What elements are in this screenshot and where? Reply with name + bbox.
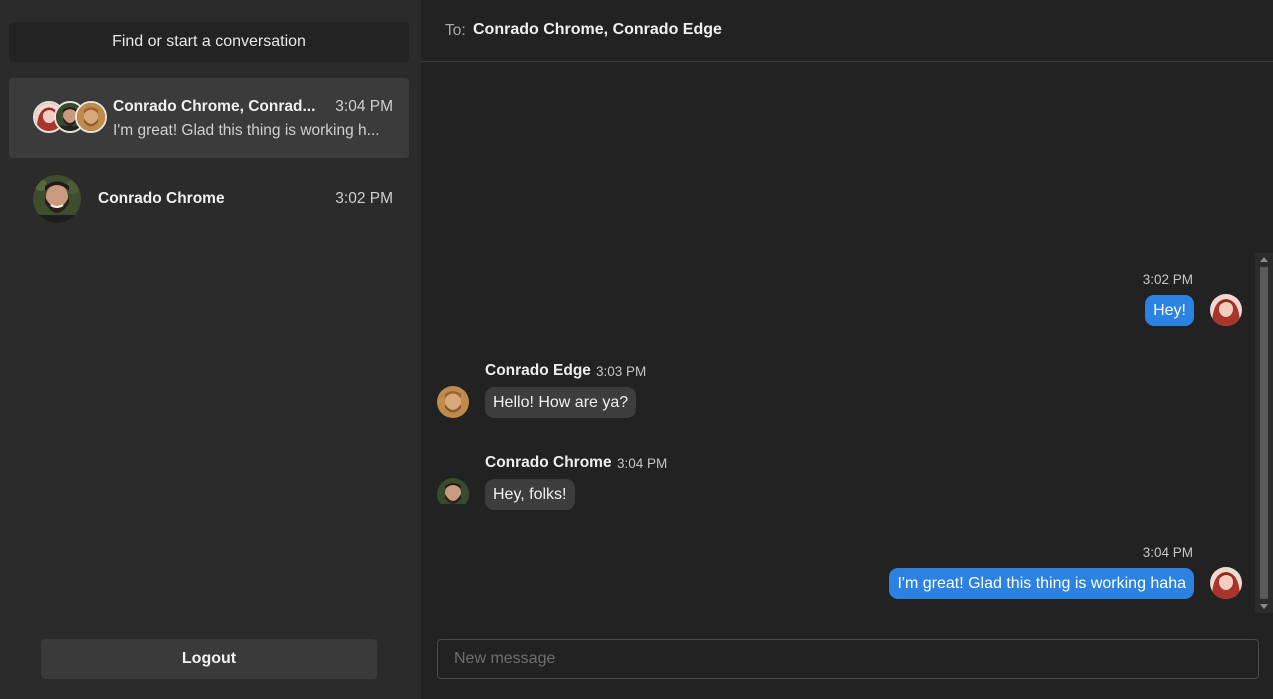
scroll-up-arrow-icon[interactable] (1260, 257, 1268, 262)
new-message-input[interactable] (438, 640, 1258, 678)
message-time: 3:03 PM (596, 364, 647, 379)
message-composer (437, 639, 1259, 679)
red-hair-woman-avatar (1210, 294, 1242, 326)
bearded-man-avatar (33, 175, 81, 223)
conversation-preview: I'm great! Glad this thing is working h.… (113, 122, 380, 139)
conversation-item-conrado-chrome[interactable]: Conrado Chrome 3:02 PM (9, 158, 409, 238)
logout-button[interactable]: Logout (41, 639, 377, 679)
message-sender: Conrado Chrome (485, 454, 612, 471)
conversation-time: 3:04 PM (335, 98, 393, 115)
message-bubble-other: Hello! How are ya? (485, 387, 637, 418)
message-bubble-mine: I'm great! Glad this thing is working ha… (889, 568, 1194, 599)
bearded-man-avatar (437, 478, 469, 510)
conversation-name: Conrado Chrome (98, 190, 225, 207)
red-hair-woman-avatar (1210, 567, 1242, 599)
message-bubble-other: Hey, folks! (485, 479, 575, 510)
recipients-bar: To: Conrado Chrome, Conrado Edge (421, 0, 1273, 62)
blond-man-avatar (437, 386, 469, 418)
message-time: 3:04 PM (1142, 545, 1193, 560)
message-bubble-mine: Hey! (1145, 295, 1194, 326)
sidebar: Find or start a conversation Conrado Chr… (0, 0, 421, 699)
recipients-names[interactable]: Conrado Chrome, Conrado Edge (473, 21, 722, 39)
messages-scrollbar[interactable] (1255, 253, 1273, 613)
message-time: 3:02 PM (1142, 272, 1193, 287)
conversation-name: Conrado Chrome, Conrad... (113, 98, 316, 115)
chat-panel: To: Conrado Chrome, Conrado Edge 3:02 PM… (421, 0, 1273, 699)
blond-man-avatar (75, 101, 107, 133)
scrollbar-thumb[interactable] (1260, 267, 1268, 599)
message-time: 3:04 PM (617, 456, 668, 471)
conversation-time: 3:02 PM (335, 190, 393, 207)
conversation-item-group[interactable]: Conrado Chrome, Conrad... 3:04 PM I'm gr… (9, 78, 409, 158)
find-conversation-button[interactable]: Find or start a conversation (9, 22, 409, 62)
scroll-down-arrow-icon[interactable] (1260, 604, 1268, 609)
to-label: To: (445, 22, 466, 39)
message-sender: Conrado Edge (485, 362, 591, 379)
